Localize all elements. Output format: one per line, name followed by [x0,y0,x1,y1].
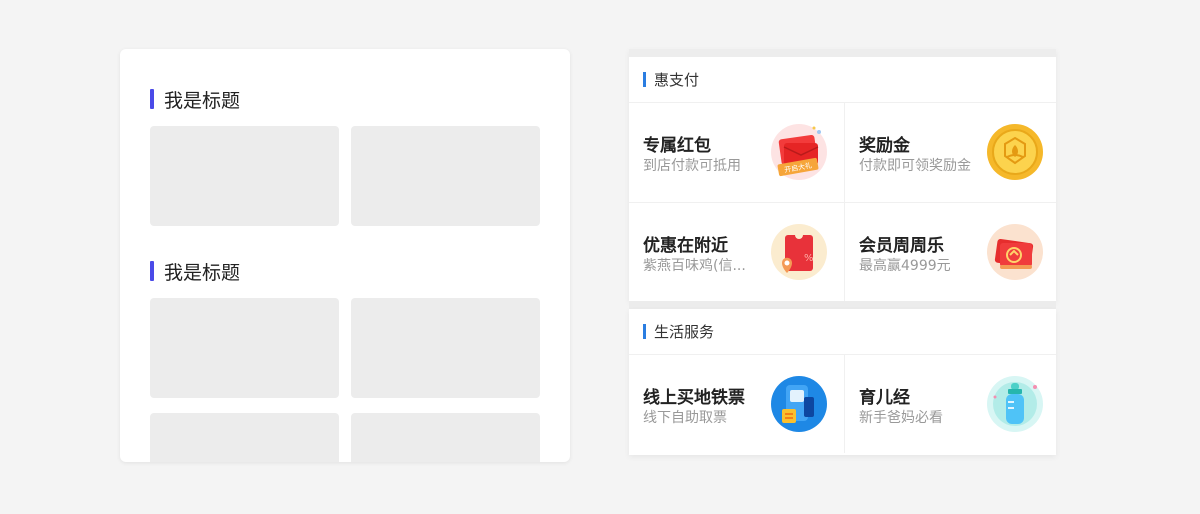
item-subtitle: 新手爸妈必看 [859,410,943,426]
item-title: 育儿经 [859,388,910,408]
placeholder-card: 我是标题 我是标题 [120,49,570,462]
panel-header: 惠支付 [629,57,1056,103]
item-subtitle: 线下自助取票 [643,410,727,426]
gold-coin-icon [987,124,1043,180]
item-title: 优惠在附近 [643,236,728,256]
red-envelope-icon: 开启大礼 [771,124,827,180]
hui-pay-panel: 惠支付 专属红包 到店付款可抵用 开启大礼 奖励金 付款即可领奖励金 优惠在附近… [629,49,1056,301]
item-subtitle: 到店付款可抵用 [643,158,741,174]
coupon-location-icon: % [771,224,827,280]
item-subtitle: 最高赢4999元 [859,258,951,274]
service-item-reward-bonus[interactable]: 奖励金 付款即可领奖励金 [845,103,1058,201]
section-title-2: 我是标题 [150,259,241,284]
section-title-text: 我是标题 [164,89,241,112]
member-gift-icon [987,224,1043,280]
section-title-text: 我是标题 [164,261,241,284]
panel-header: 生活服务 [629,309,1056,355]
header-accent-bar [643,72,646,87]
item-title: 专属红包 [643,136,711,156]
header-accent-bar [643,324,646,339]
placeholder-block [150,298,339,398]
services-card: 惠支付 专属红包 到店付款可抵用 开启大礼 奖励金 付款即可领奖励金 优惠在附近… [629,49,1056,462]
service-item-nearby-deals[interactable]: 优惠在附近 紫燕百味鸡(信... % [629,203,842,301]
placeholder-block [351,413,540,462]
panel-title: 生活服务 [654,323,715,341]
item-title: 线上买地铁票 [643,388,745,408]
item-subtitle: 付款即可领奖励金 [859,158,971,174]
section-title-1: 我是标题 [150,87,241,112]
placeholder-block [150,126,339,226]
section-separator [629,301,1056,309]
subway-ticket-icon [771,376,827,432]
title-accent-bar [150,89,154,109]
service-item-exclusive-red-packet[interactable]: 专属红包 到店付款可抵用 开启大礼 [629,103,842,201]
service-item-member-weekly[interactable]: 会员周周乐 最高赢4999元 [845,203,1058,301]
panel-title: 惠支付 [654,71,700,89]
svg-text:%: % [804,253,814,264]
placeholder-block [351,298,540,398]
placeholder-block [351,126,540,226]
title-accent-bar [150,261,154,281]
baby-bottle-icon [987,376,1043,432]
life-services-panel: 生活服务 线上买地铁票 线下自助取票 育儿经 新手爸妈必看 [629,309,1056,455]
item-title: 奖励金 [859,136,910,156]
placeholder-block [150,413,339,462]
item-subtitle: 紫燕百味鸡(信... [643,258,746,274]
item-title: 会员周周乐 [859,236,944,256]
service-item-parenting[interactable]: 育儿经 新手爸妈必看 [845,355,1058,453]
service-item-subway-ticket[interactable]: 线上买地铁票 线下自助取票 [629,355,842,453]
